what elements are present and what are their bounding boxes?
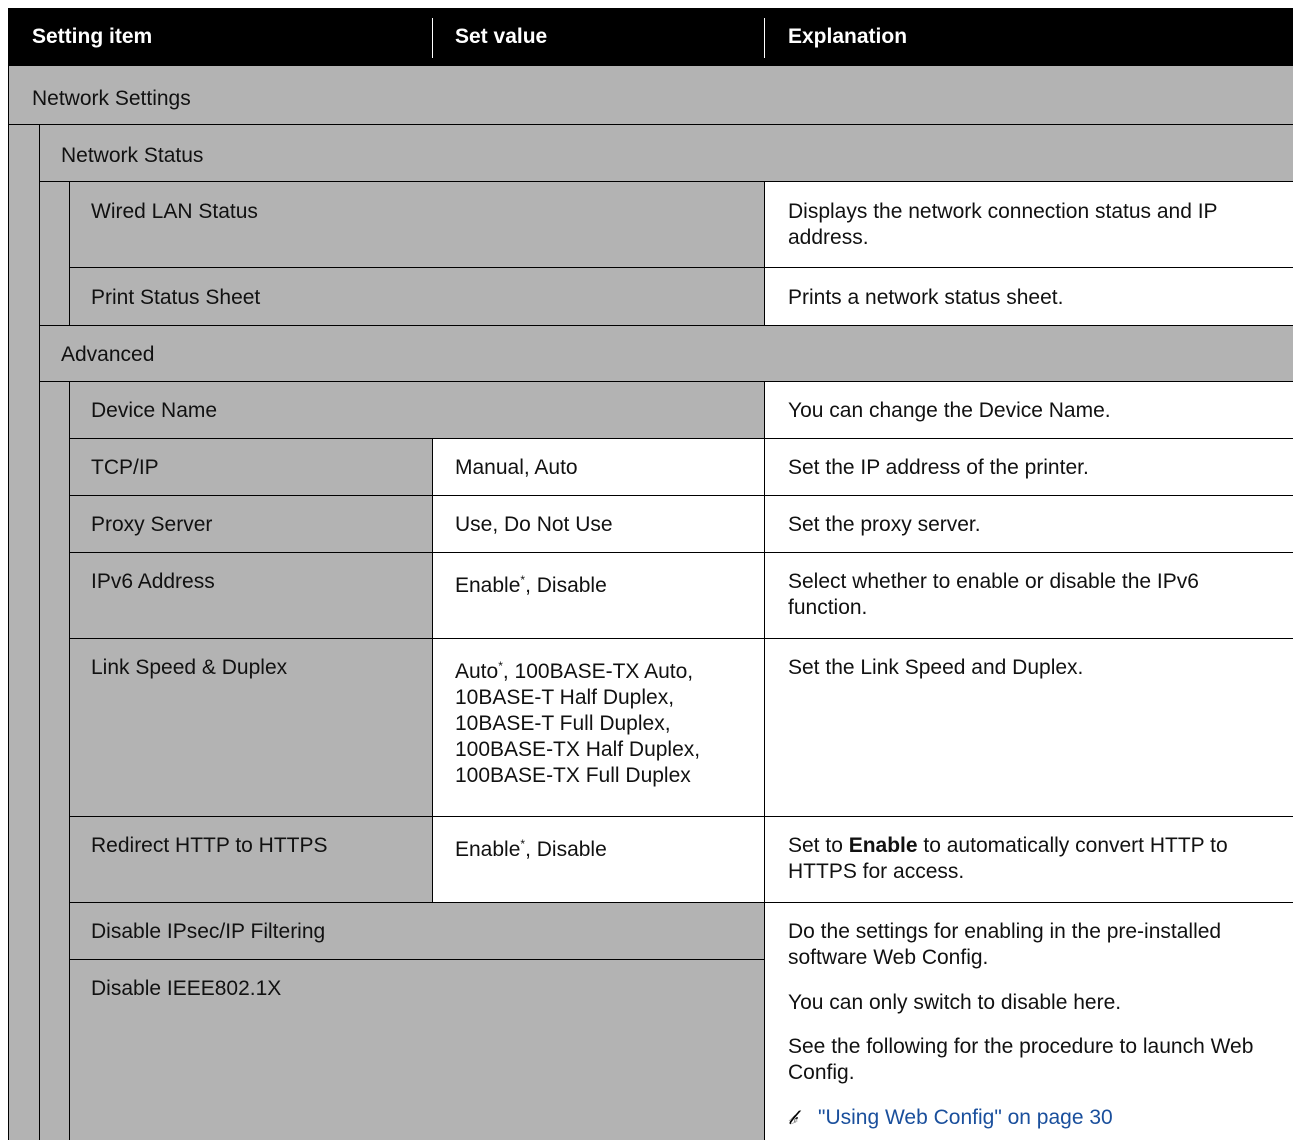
explanation-disable-p3: See the following for the procedure to l… [788,1035,1254,1084]
explanation-proxy: Set the proxy server. [788,513,981,536]
gutter-level-2b [39,381,69,1140]
table-row-redirect [69,816,432,902]
table-row-wired-lan [69,181,764,267]
value-ipv6: Enable*, Disable [455,573,607,597]
explanation-print-status: Prints a network status sheet. [788,286,1064,309]
col-line [39,124,40,1140]
value-proxy: Use, Do Not Use [455,513,613,536]
header-explanation: Explanation [788,25,908,48]
book-reference-icon: 𝒷 [788,1105,797,1129]
explanation-ipv6: Select whether to enable or disable the … [788,570,1199,619]
header-divider [432,18,433,58]
item-proxy: Proxy Server [91,513,213,536]
row-line [69,267,1293,268]
gutter-level-1 [8,66,39,1140]
item-ipv6: IPv6 Address [91,570,215,593]
value-line: 10BASE-T Full Duplex, [455,712,671,735]
row-line [8,124,1293,125]
item-disable-ipsec: Disable IPsec/IP Filtering [91,920,326,943]
explanation-device-name: You can change the Device Name. [788,399,1111,422]
col-line [432,438,433,902]
settings-table: Setting item Set value Explanation Netwo… [0,0,1293,1140]
item-tcpip: TCP/IP [91,456,159,479]
row-line [39,381,1293,382]
explanation-disable-p1: Do the settings for enabling in the pre-… [788,920,1222,969]
section-row-advanced [39,325,1293,381]
row-line [69,959,764,960]
item-wired-lan: Wired LAN Status [91,200,258,223]
table-row-ipv6 [69,552,432,638]
value-line: Auto*, 100BASE-TX Auto, [455,659,694,683]
section-row-network-settings [8,66,1293,124]
row-line [69,638,1293,639]
explanation-wired-lan: Displays the network connection status a… [788,200,1218,249]
col-line [69,381,70,1140]
row-line [39,181,1293,182]
row-line [69,902,1293,903]
explanation-redirect: Set to Enable to automatically convert H… [788,834,1228,883]
item-disable-ieee: Disable IEEE802.1X [91,977,282,1000]
explanation-disable-p2: You can only switch to disable here. [788,991,1122,1014]
value-line: 100BASE-TX Full Duplex [455,764,691,787]
col-line [764,181,765,325]
section-label-network-status: Network Status [61,144,204,167]
value-redirect: Enable*, Disable [455,837,607,861]
section-label-network-settings: Network Settings [32,87,191,110]
value-link-speed: Auto*, 100BASE-TX Auto, 10BASE-T Half Du… [455,659,700,789]
web-config-link[interactable]: "Using Web Config" on page 30 [818,1106,1113,1129]
value-line: 10BASE-T Half Duplex, [455,686,675,709]
section-label-advanced: Advanced [61,343,155,366]
table-header [8,8,1293,66]
header-set-value: Set value [455,25,548,48]
col-line [8,66,9,1140]
item-link-speed: Link Speed & Duplex [91,656,288,679]
item-device-name: Device Name [91,399,218,422]
row-line [69,438,1293,439]
row-line [69,495,1293,496]
col-line [764,381,765,1140]
row-line [69,816,1293,817]
col-line [69,181,70,325]
explanation-link-speed: Set the Link Speed and Duplex. [788,656,1084,679]
explanation-tcpip: Set the IP address of the printer. [788,456,1089,479]
explanation-disable-link[interactable]: 𝒷 "Using Web Config" on page 30 [788,1105,1113,1130]
value-line: 100BASE-TX Half Duplex, [455,738,701,761]
header-setting-item: Setting item [32,25,153,48]
section-row-network-status [39,124,1293,181]
header-divider [764,18,765,58]
item-redirect: Redirect HTTP to HTTPS [91,834,328,857]
row-line [39,325,1293,326]
value-tcpip: Manual, Auto [455,456,578,479]
item-print-status: Print Status Sheet [91,286,261,309]
row-line [69,552,1293,553]
